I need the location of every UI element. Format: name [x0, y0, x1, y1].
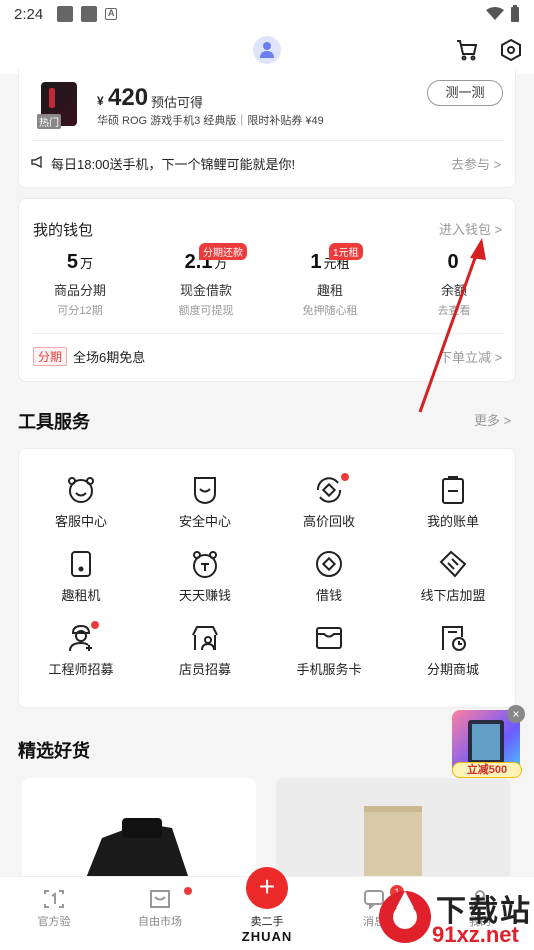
wallet-item-cash-loan[interactable]: 分期还款 2.1 万 现金借款 额度可提现 [151, 243, 261, 318]
tool-borrow[interactable]: 借钱 [267, 549, 391, 604]
wallet-title: 我的钱包 [33, 222, 94, 239]
installment-text: 全场6期免息 [73, 350, 146, 365]
top-bar [0, 28, 534, 74]
wallet-badge: 1元租 [329, 243, 363, 260]
tool-rental-phone[interactable]: 趣租机 [19, 549, 143, 604]
customer-service-icon [68, 477, 94, 503]
camera-image [22, 778, 256, 888]
brand-logo: ZHUAN [241, 929, 293, 944]
wallet-label: 商品分期 [53, 283, 106, 298]
tool-offline-franchise[interactable]: 线下店加盟 [391, 549, 515, 604]
clerk-icon [192, 626, 218, 651]
recycle-icon [316, 477, 342, 503]
tool-earn-money[interactable]: 天天赚钱 [143, 549, 267, 604]
cart-icon[interactable] [455, 38, 479, 62]
status-bar: 2:24 A [0, 0, 534, 28]
wallet-item-rental[interactable]: 1元租 1 元租 趣租 免押随心租 [275, 243, 385, 318]
watermark-logo-icon [379, 891, 431, 943]
installment-tag: 分期 [33, 347, 68, 366]
earn-money-icon [193, 551, 217, 578]
tab-sell-label[interactable]: 卖二手 [236, 913, 298, 929]
join-link[interactable]: 去参与 > [451, 154, 501, 173]
product-description: 华硕 ROG 游戏手机3 经典版｜限时补贴券 ¥49 [97, 115, 324, 127]
discount-badge: 立减500 [452, 762, 522, 778]
wallet-badge: 分期还款 [199, 243, 247, 260]
market-icon [150, 890, 170, 908]
tool-recycle[interactable]: 高价回收 [267, 473, 391, 530]
tools-section-title: 工具服务 [18, 412, 90, 432]
rental-phone-icon [71, 551, 91, 577]
site-watermark: 下载站 91xz.net [376, 884, 534, 950]
settings-icon[interactable] [499, 38, 523, 62]
tool-customer-service[interactable]: 客服中心 [19, 475, 143, 530]
verified-icon [44, 890, 64, 908]
tools-more-link[interactable]: 更多 > [474, 410, 511, 429]
giveaway-banner-text: 每日18:00送手机，下一个锦鲤可能就是你! [51, 157, 296, 172]
wallet-label: 趣租 [316, 283, 343, 298]
installment-mall-icon [442, 626, 466, 651]
tool-security-center[interactable]: 安全中心 [143, 475, 267, 530]
notification-a-icon: A [105, 8, 118, 20]
service-card-icon [316, 627, 342, 649]
new-dot [91, 621, 99, 629]
notification-icon [57, 6, 74, 22]
wallet-sublabel: 可分12期 [57, 305, 103, 317]
fridge-image [276, 778, 510, 888]
tab-official-verified[interactable]: 官方验 [14, 889, 94, 929]
estimated-price: 420 [108, 84, 149, 111]
new-dot [341, 473, 349, 481]
estimate-button[interactable]: 测一测 [427, 80, 503, 106]
bill-icon [442, 476, 464, 504]
tools-grid: 客服中心 安全中心 高价回收 我的账单 趣租机 天天赚钱 借钱 线下店加盟 工程… [18, 448, 516, 708]
tab-free-market[interactable]: 自由市场 [120, 887, 200, 929]
user-icon [260, 42, 274, 58]
divider [31, 140, 505, 141]
tool-phone-service-card[interactable]: 手机服务卡 [267, 623, 391, 678]
wallet-item-installment[interactable]: 5万 商品分期 可分12期 [25, 251, 135, 318]
new-dot [184, 887, 192, 895]
battery-icon [511, 5, 519, 22]
handshake-icon [439, 550, 467, 578]
close-icon[interactable]: × [507, 705, 525, 723]
tool-clerk-recruit[interactable]: 店员招募 [143, 623, 267, 678]
notification-icon [81, 6, 98, 22]
sell-plus-icon[interactable]: + [246, 867, 288, 909]
tool-installment-mall[interactable]: 分期商城 [391, 623, 515, 678]
borrow-icon [316, 551, 342, 577]
wallet-value: 5万 [66, 251, 94, 273]
watermark-url: 91xz.net [432, 922, 519, 947]
megaphone-icon [31, 156, 42, 168]
wallet-label: 现金借款 [179, 283, 232, 298]
goods-card-fridge[interactable] [276, 778, 510, 888]
goods-card-camera[interactable] [22, 778, 256, 888]
wifi-icon [486, 7, 504, 20]
goods-section-title: 精选好货 [18, 741, 90, 761]
security-icon [194, 477, 216, 505]
tool-my-bill[interactable]: 我的账单 [391, 475, 515, 530]
price-note: 预估可得 [151, 95, 204, 110]
hot-tag: 热门 [37, 114, 61, 129]
avatar[interactable] [253, 36, 281, 64]
status-time: 2:24 [14, 5, 44, 23]
recycle-promo-card[interactable]: 热门 ¥ 420 预估可得 华硕 ROG 游戏手机3 经典版｜限时补贴券 ¥49… [18, 70, 516, 188]
price-symbol: ¥ [97, 94, 104, 108]
wallet-sublabel: 额度可提现 [178, 305, 234, 317]
wallet-sublabel: 免押随心租 [302, 305, 358, 317]
tool-engineer-recruit[interactable]: 工程师招募 [19, 621, 143, 678]
annotation-arrow [418, 238, 486, 413]
